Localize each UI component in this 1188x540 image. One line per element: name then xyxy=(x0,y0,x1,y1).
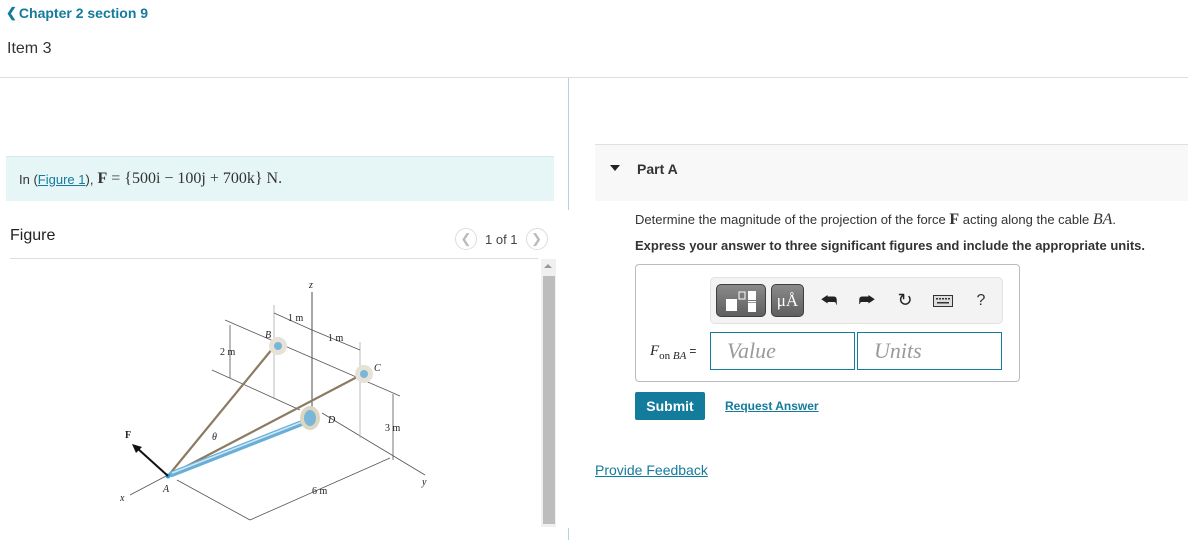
back-to-chapter-link[interactable]: ❮ Chapter 2 section 9 xyxy=(6,5,148,21)
chevron-right-icon: ❯ xyxy=(531,231,542,246)
force-symbol: F xyxy=(97,170,108,187)
answer-box: μÅ ⮪ ⮫ ↻ ? Fon BA = xyxy=(635,264,1020,382)
submit-button[interactable]: Submit xyxy=(635,392,705,420)
units-input[interactable] xyxy=(857,332,1002,370)
column-divider-bottom xyxy=(568,528,569,540)
redo-icon: ⮫ xyxy=(858,290,876,310)
prev-figure-button[interactable]: ❮ xyxy=(455,228,477,250)
chevron-left-icon: ❮ xyxy=(6,5,17,20)
undo-button[interactable]: ⮪ xyxy=(810,284,848,317)
wall-edge-bottom xyxy=(211,369,301,411)
question-force: F xyxy=(949,211,960,228)
figure-diagram: z x y A B C D F θ 1 m 1 m 2 m 3 m 6 m xyxy=(119,280,427,521)
intro-suffix: ), xyxy=(85,171,94,187)
force-equation: F = {500i − 100j + 700k} N. xyxy=(97,170,282,188)
figure-link[interactable]: Figure 1 xyxy=(38,172,86,187)
label-b: B xyxy=(265,330,271,341)
undo-icon: ⮪ xyxy=(820,290,838,310)
label-theta: θ xyxy=(212,432,217,443)
templates-button[interactable] xyxy=(716,284,766,317)
reset-icon: ↻ xyxy=(897,290,913,310)
pager-text: 1 of 1 xyxy=(485,231,518,247)
chevron-left-icon: ❮ xyxy=(460,231,472,246)
figure-pager: ❮ 1 of 1 ❯ xyxy=(455,228,548,250)
label-3m: 3 m xyxy=(385,423,401,434)
label-force: F xyxy=(125,430,131,441)
question-text: Determine the magnitude of the projectio… xyxy=(635,211,1116,229)
answer-var-sub-on: on xyxy=(659,350,671,362)
question-cable: BA xyxy=(1092,211,1113,228)
provide-feedback-link[interactable]: Provide Feedback xyxy=(595,462,708,478)
label-y: y xyxy=(421,477,427,488)
cable-ac xyxy=(167,375,360,477)
page: ❮ Chapter 2 section 9 Item 3 In (Figure … xyxy=(0,0,1188,540)
force-vector: = {500i − 100j + 700k} N. xyxy=(111,170,283,187)
part-a-header[interactable]: Part A xyxy=(595,144,1188,201)
problem-statement: In (Figure 1), F = {500i − 100j + 700k} … xyxy=(6,156,554,201)
label-d: D xyxy=(327,415,336,426)
figure-heading: Figure xyxy=(10,227,56,244)
item-title: Item 3 xyxy=(7,40,52,57)
label-a: A xyxy=(162,484,170,495)
request-answer-link[interactable]: Request Answer xyxy=(725,399,819,413)
answer-variable-label: Fon BA = xyxy=(650,343,696,362)
intro-prefix: In ( xyxy=(19,171,38,187)
templates-icon xyxy=(726,290,756,312)
next-figure-button[interactable]: ❯ xyxy=(525,228,548,250)
label-x: x xyxy=(119,493,125,504)
label-c: C xyxy=(374,363,381,374)
value-input[interactable] xyxy=(710,332,855,370)
question-mid: acting along the cable xyxy=(959,212,1093,227)
reset-button[interactable]: ↻ xyxy=(886,284,924,317)
figure-divider xyxy=(10,258,538,259)
label-1m-left: 1 m xyxy=(288,313,304,324)
answer-var-main: F xyxy=(650,343,660,359)
label-z: z xyxy=(308,280,313,291)
math-toolbar: μÅ ⮪ ⮫ ↻ ? xyxy=(710,277,1003,324)
label-1m-right: 1 m xyxy=(328,333,344,344)
help-button[interactable]: ? xyxy=(962,284,1000,317)
column-divider xyxy=(568,78,569,210)
keyboard-button[interactable] xyxy=(924,284,962,317)
redo-button[interactable]: ⮫ xyxy=(848,284,886,317)
answer-var-sub-ba: BA xyxy=(672,350,687,362)
question-prefix: Determine the magnitude of the projectio… xyxy=(635,212,950,227)
scroll-up-icon[interactable] xyxy=(544,264,552,268)
keyboard-icon xyxy=(933,294,953,307)
header-divider xyxy=(0,77,1188,78)
caret-down-icon[interactable] xyxy=(610,165,620,171)
figure-scrollbar[interactable] xyxy=(541,259,556,527)
answer-var-sub: on BA xyxy=(659,350,686,362)
question-end: . xyxy=(1112,212,1117,227)
force-arrow xyxy=(136,447,169,477)
label-6m: 6 m xyxy=(312,486,328,497)
part-title: Part A xyxy=(637,161,678,177)
label-2m: 2 m xyxy=(220,347,236,358)
scroll-thumb[interactable] xyxy=(543,276,555,524)
units-button[interactable]: μÅ xyxy=(771,284,804,317)
back-link-label: Chapter 2 section 9 xyxy=(18,5,149,21)
equals-sign: = xyxy=(689,344,697,358)
answer-instruction: Express your answer to three significant… xyxy=(635,238,1145,253)
